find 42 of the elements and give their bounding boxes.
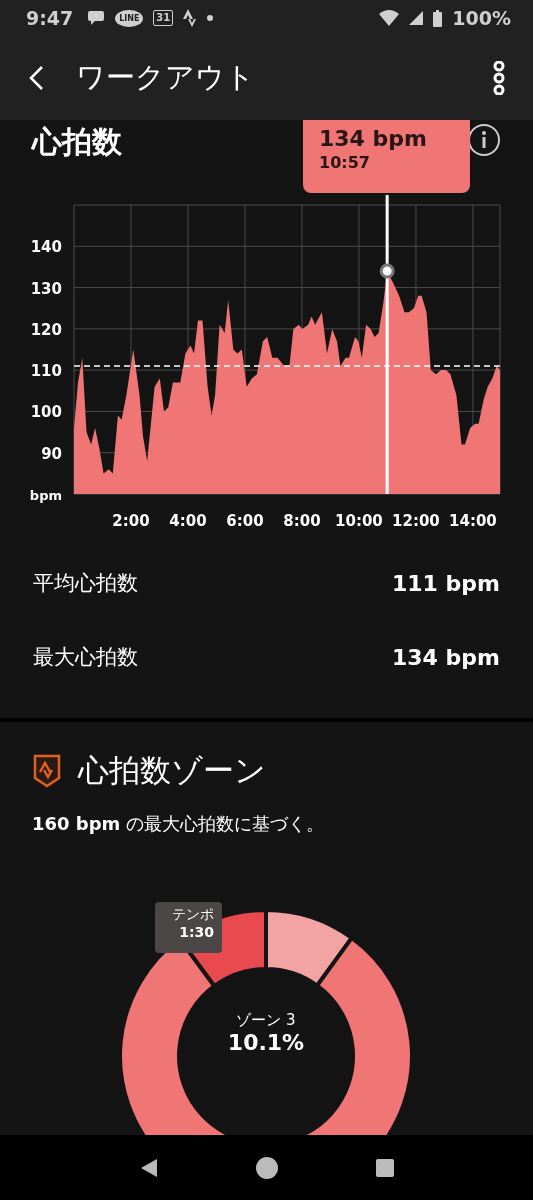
stat-value: 134 bpm — [392, 644, 500, 670]
x-axis-label: 10:00 — [335, 512, 383, 530]
y-axis-label: 100 — [30, 403, 62, 422]
home-nav-icon[interactable] — [256, 1156, 279, 1179]
chat-icon — [87, 10, 106, 26]
stat-label: 平均心拍数 — [33, 570, 138, 597]
stat-label: 最大心拍数 — [33, 644, 138, 671]
tooltip-time: 10:57 — [319, 153, 371, 172]
y-axis-label: 120 — [30, 320, 62, 339]
y-axis-label: 110 — [30, 362, 62, 381]
dot-icon — [207, 15, 214, 21]
y-axis-label: 130 — [30, 279, 62, 298]
calendar-icon: 31 — [153, 10, 174, 26]
cursor-point — [379, 263, 395, 279]
x-axis-label: 2:00 — [112, 512, 150, 530]
zone-percent: 10.1% — [227, 1030, 305, 1055]
x-axis-label: 6:00 — [226, 512, 264, 530]
x-axis-label: 4:00 — [169, 512, 207, 530]
section-title: 心拍数ゾーン — [78, 751, 266, 790]
y-axis-label: 90 — [41, 444, 62, 463]
x-axis-label: 8:00 — [283, 512, 321, 530]
tooltip-value: 134 bpm — [319, 126, 428, 151]
zone-name: ゾーン 3 — [236, 1011, 296, 1030]
y-axis-unit: bpm — [29, 488, 62, 503]
info-icon[interactable] — [467, 123, 501, 157]
signal-icon — [409, 11, 424, 25]
battery-icon — [433, 9, 443, 27]
x-axis-label: 12:00 — [392, 512, 440, 530]
y-axis-label: 140 — [30, 238, 62, 257]
status-time: 9:47 — [26, 7, 74, 29]
section-title: 心拍数 — [32, 123, 122, 161]
back-icon[interactable] — [28, 65, 44, 91]
recents-nav-icon[interactable] — [376, 1158, 395, 1177]
tooltip-time: 1:30 — [179, 924, 214, 940]
screen-title: ワークアウト — [76, 59, 256, 96]
tooltip-zone: テンポ — [172, 906, 214, 924]
x-axis-label: 14:00 — [449, 512, 497, 530]
more-options-icon[interactable] — [491, 61, 507, 95]
wifi-icon — [379, 10, 400, 26]
stat-value: 111 bpm — [392, 570, 500, 596]
battery-percent: 100% — [452, 7, 511, 29]
zones-description: 160 bpm の最大心拍数に基づく。 — [32, 812, 326, 836]
